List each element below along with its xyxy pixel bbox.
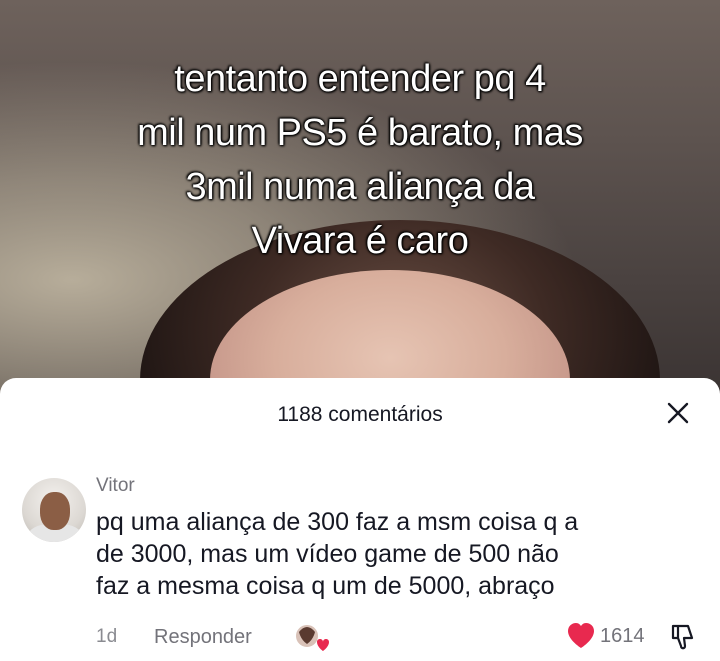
caption-line: 3mil numa aliança da: [185, 166, 535, 208]
avatar[interactable]: [22, 478, 86, 542]
heart-icon: [568, 623, 594, 648]
reply-button[interactable]: Responder: [154, 626, 252, 649]
comment-author[interactable]: Vitor: [96, 475, 135, 497]
thumbs-down-icon: [671, 624, 694, 650]
video-caption: tentanto entender pq 4 mil num PS5 é bar…: [60, 52, 660, 268]
video-background: tentanto entender pq 4 mil num PS5 é bar…: [0, 0, 720, 400]
creator-liked-avatar-icon: [293, 622, 329, 654]
comments-count-title: 1188 comentários: [277, 403, 443, 426]
comment-text-line: pq uma aliança de 300 faz a msm coisa q …: [96, 508, 579, 536]
caption-line: mil num PS5 é barato, mas: [137, 112, 583, 154]
comment-text-line: de 3000, mas um vídeo game de 500 não: [96, 540, 559, 568]
comment-text: pq uma aliança de 300 faz a msm coisa q …: [96, 506, 706, 602]
like-button[interactable]: 1614: [566, 622, 645, 650]
caption-line: tentanto entender pq 4: [174, 58, 546, 100]
close-icon: [667, 402, 689, 424]
comment-meta-row: 1d Responder 1614: [0, 616, 720, 656]
dislike-button[interactable]: [668, 622, 698, 652]
caption-line: Vivara é caro: [251, 220, 469, 262]
comment-text-line: faz a mesma coisa q um de 5000, abraço: [96, 572, 555, 600]
comment-time: 1d: [96, 626, 118, 647]
like-count: 1614: [600, 624, 645, 647]
close-button[interactable]: [662, 397, 694, 429]
